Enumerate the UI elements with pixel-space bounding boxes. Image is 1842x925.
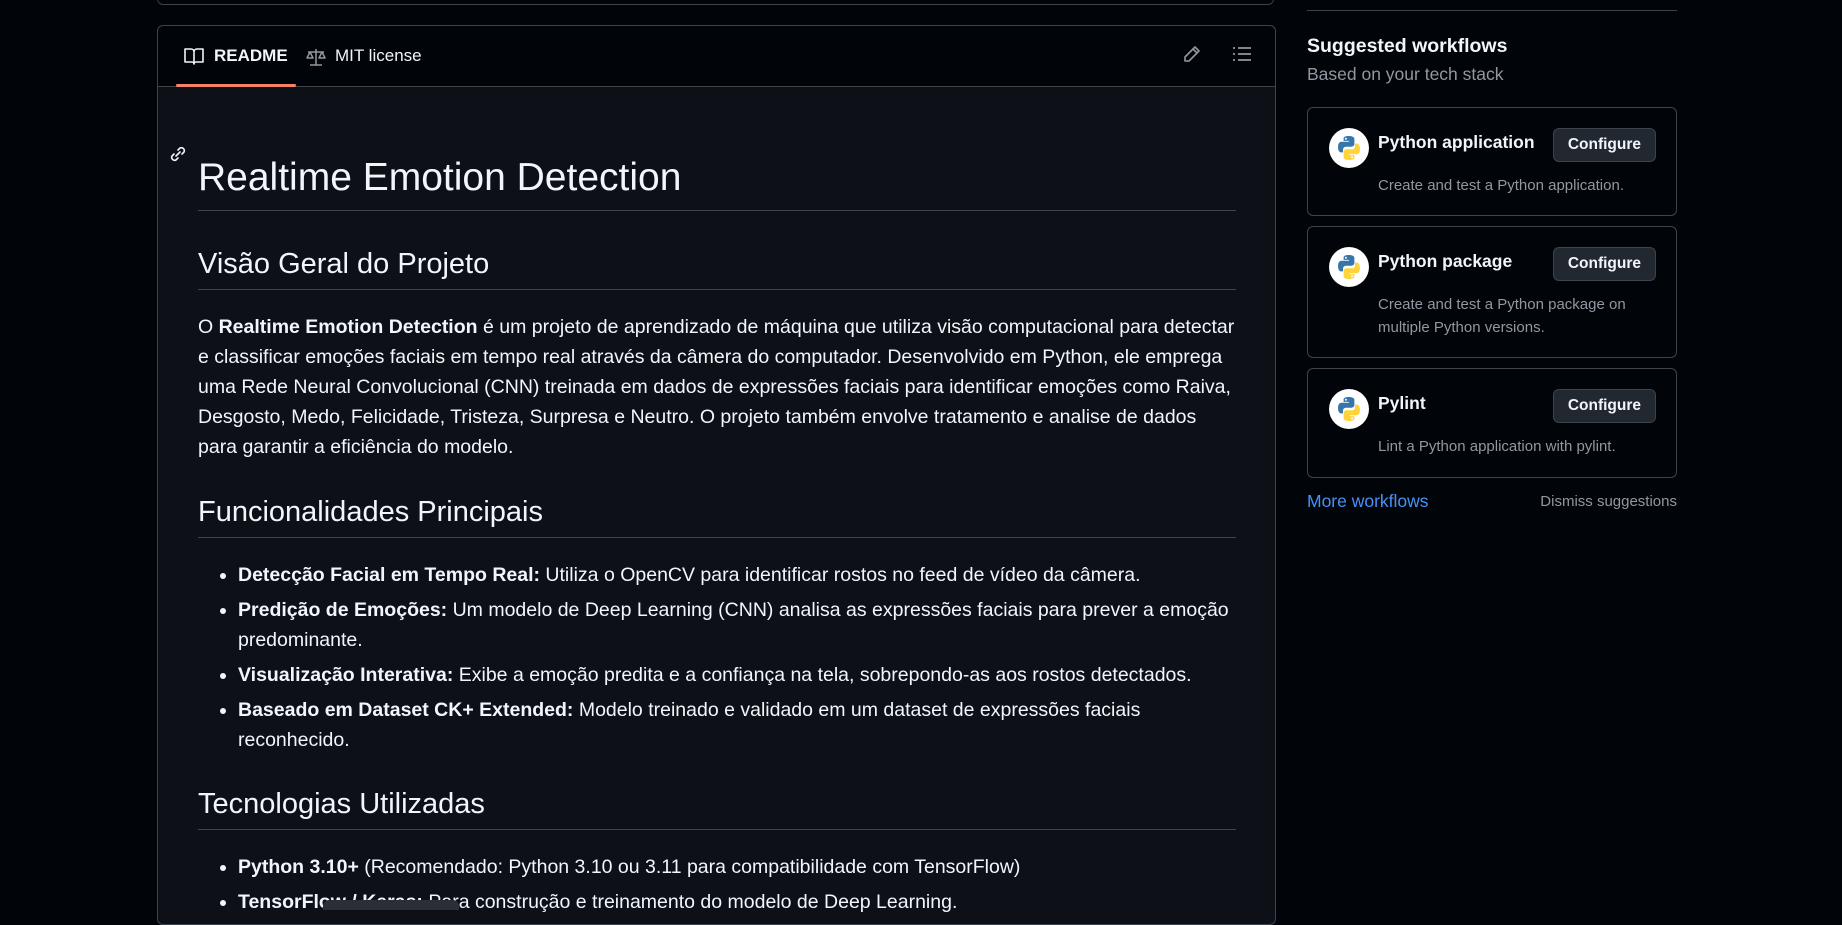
workflow-description: Create and test a Python package on mult… bbox=[1378, 296, 1626, 336]
list-item: Baseado em Dataset CK+ Extended: Modelo … bbox=[238, 695, 1248, 755]
heading-technologies: Tecnologias Utilizadas bbox=[198, 788, 1236, 830]
python-icon bbox=[1329, 389, 1369, 429]
technologies-list: Python 3.10+ (Recomendado: Python 3.10 o… bbox=[198, 852, 1248, 922]
readme-title: Realtime Emotion Detection bbox=[198, 158, 1236, 211]
scale-icon bbox=[305, 47, 327, 66]
readme-content: Realtime Emotion Detection Visão Geral d… bbox=[170, 86, 1236, 913]
tab-license-label: MIT license bbox=[335, 46, 422, 65]
workflow-description: Create and test a Python application. bbox=[1378, 177, 1624, 194]
workflow-card-python-package: Python package Configure Create and test… bbox=[1307, 226, 1677, 358]
workflow-name: Python application bbox=[1378, 132, 1535, 152]
workflow-name: Pylint bbox=[1378, 393, 1426, 413]
list-item: Visualização Interativa: Exibe a emoção … bbox=[238, 660, 1248, 690]
tab-readme-label: README bbox=[214, 46, 288, 65]
configure-button[interactable]: Configure bbox=[1552, 247, 1656, 281]
tooltip bbox=[323, 900, 459, 910]
link-icon[interactable] bbox=[168, 144, 188, 164]
workflow-card-python-application: Python application Configure Create and … bbox=[1307, 107, 1677, 216]
edit-readme-button[interactable] bbox=[1179, 43, 1205, 69]
python-icon bbox=[1329, 247, 1369, 287]
more-workflows-link[interactable]: More workflows bbox=[1307, 491, 1429, 512]
suggested-workflows-subtitle: Based on your tech stack bbox=[1307, 64, 1504, 84]
configure-button[interactable]: Configure bbox=[1552, 389, 1656, 423]
heading-features: Funcionalidades Principais bbox=[198, 496, 1236, 538]
workflow-name: Python package bbox=[1378, 251, 1513, 271]
list-icon bbox=[1232, 45, 1252, 68]
readme-header: README MIT license bbox=[158, 26, 1275, 87]
overview-paragraph: O Realtime Emotion Detection é um projet… bbox=[198, 316, 1235, 458]
configure-button[interactable]: Configure bbox=[1552, 128, 1656, 162]
sidebar-divider bbox=[1307, 10, 1677, 11]
outline-button[interactable] bbox=[1229, 43, 1255, 69]
dismiss-suggestions-link[interactable]: Dismiss suggestions bbox=[1540, 493, 1677, 510]
list-item: Python 3.10+ (Recomendado: Python 3.10 o… bbox=[238, 852, 1248, 882]
list-item: Predição de Emoções: Um modelo de Deep L… bbox=[238, 595, 1248, 655]
heading-overview: Visão Geral do Projeto bbox=[198, 248, 1236, 290]
tab-readme[interactable]: README bbox=[176, 26, 296, 87]
workflow-description: Lint a Python application with pylint. bbox=[1378, 438, 1616, 455]
tab-license[interactable]: MIT license bbox=[305, 26, 422, 86]
book-icon bbox=[184, 47, 206, 65]
workflow-card-pylint: Pylint Configure Lint a Python applicati… bbox=[1307, 368, 1677, 478]
list-item: Detecção Facial em Tempo Real: Utiliza o… bbox=[238, 560, 1248, 590]
readme-panel: README MIT license Realtime Emotion Dete… bbox=[157, 25, 1276, 925]
features-list: Detecção Facial em Tempo Real: Utiliza o… bbox=[198, 560, 1248, 760]
python-icon bbox=[1329, 128, 1369, 168]
suggested-workflows-title: Suggested workflows bbox=[1307, 35, 1508, 57]
pencil-icon bbox=[1183, 45, 1201, 68]
previous-panel bbox=[157, 0, 1274, 5]
